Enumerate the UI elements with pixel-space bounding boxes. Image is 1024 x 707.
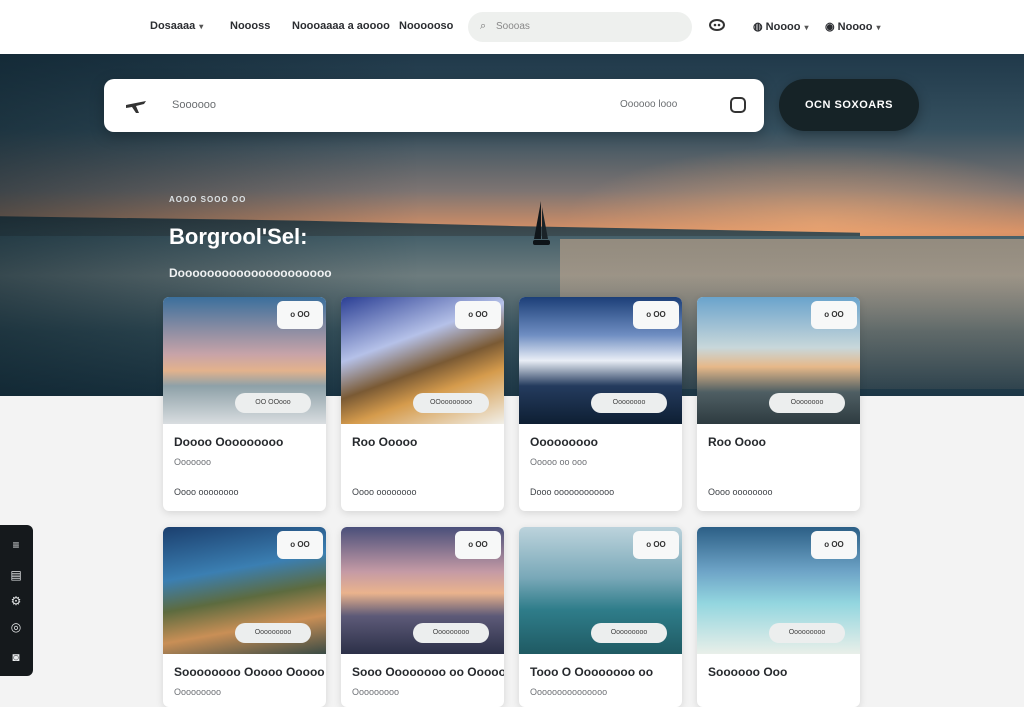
user-icon: ◉ (825, 21, 835, 33)
chat-icon-glyph (709, 19, 725, 31)
card-badge: o OO (633, 531, 679, 559)
hero-search-placeholder: Soooooo (172, 99, 217, 111)
nav-language-menu[interactable]: ◍ Noooo ▾ (753, 20, 809, 33)
plane-icon (126, 101, 146, 113)
card-badge: o OO (277, 531, 323, 559)
hero-search-filter[interactable]: Oooooo looo (620, 99, 677, 110)
chevron-down-icon: ▾ (804, 23, 809, 32)
destination-card[interactable]: o OO OO OOooo Doooo Ooooooooo Ooooooo Oo… (163, 297, 326, 511)
card-subtitle: Ooooooooo (352, 687, 400, 697)
card-pill[interactable]: OOoooooooo (413, 393, 489, 413)
calendar-icon[interactable] (730, 97, 746, 113)
nav-item-label: Noooaaaa a aoooo (292, 20, 390, 32)
card-pill[interactable]: Ooooooooo (591, 623, 667, 643)
sailboat-icon (533, 201, 550, 245)
card-pill[interactable]: Ooooooooo (235, 623, 311, 643)
nav-item-label: Dosaaaa (150, 20, 196, 32)
menu-icon[interactable]: ≡ (8, 537, 24, 553)
card-title: Soooooo Ooo (708, 665, 788, 679)
card-title: Sooo Oooooooo oo Ooooo (352, 665, 504, 679)
hero-subtitle: Dooooooooooooooooooooo (169, 266, 332, 280)
chat-icon[interactable]: ◙ (8, 649, 24, 665)
card-title: Doooo Ooooooooo (174, 435, 284, 449)
chat-icon[interactable] (706, 16, 728, 38)
card-badge: o OO (455, 531, 501, 559)
globe-icon: ◍ (753, 21, 763, 33)
chevron-down-icon: ▾ (199, 22, 204, 31)
card-title: Ooooooooo (530, 435, 598, 449)
card-badge: o OO (633, 301, 679, 329)
card-footer: Dooo oooooooooooo (530, 487, 615, 497)
nav-item-label: Noooss (230, 20, 271, 32)
card-title: Tooo O Oooooooo oo (530, 665, 654, 679)
card-subtitle: Ooooooooo (174, 687, 222, 697)
card-title: Roo Ooooo (352, 435, 418, 449)
card-pill[interactable]: Oooooooo (591, 393, 667, 413)
nav-item-4[interactable]: Noooooso (399, 20, 453, 32)
card-badge: o OO (455, 301, 501, 329)
card-pill[interactable]: OO OOooo (235, 393, 311, 413)
nav-search-placeholder: Soooas (496, 21, 530, 32)
hero-title: Borgrool'Sel: (169, 224, 308, 249)
card-subtitle: Ooooooooooooooo (530, 687, 608, 697)
settings-icon[interactable]: ⚙ (8, 593, 24, 609)
nav-search-input[interactable]: ⌕ Soooas (468, 12, 692, 42)
destination-card[interactable]: o OO Ooooooooo Sooo Oooooooo oo Ooooo Oo… (341, 527, 504, 707)
card-badge: o OO (277, 301, 323, 329)
destination-card[interactable]: o OO Ooooooooo Soooooo Ooo (697, 527, 860, 707)
help-icon[interactable]: ◎ (8, 619, 24, 635)
card-title: Soooooooo Ooooo Ooooo (174, 665, 325, 679)
card-footer: Oooo oooooooo (352, 487, 417, 497)
card-footer: Oooo oooooooo (708, 487, 773, 497)
card-subtitle: Ooooo oo ooo (530, 457, 588, 467)
nav-item-3[interactable]: Noooaaaa a aoooo (292, 20, 390, 32)
destination-card[interactable]: o OO Ooooooooo Soooooooo Ooooo Ooooo Ooo… (163, 527, 326, 707)
destination-card[interactable]: o OO OOoooooooo Roo Ooooo Oooo oooooooo (341, 297, 504, 511)
nav-item-label: Noooooso (399, 20, 454, 32)
nav-account-label: Noooo (837, 21, 873, 33)
nav-item-2[interactable]: Noooss (230, 20, 270, 32)
card-badge: o OO (811, 531, 857, 559)
nav-account-menu[interactable]: ◉ Noooo ▾ (825, 20, 881, 33)
hero-cta-button[interactable]: OCN SOXOARS (779, 79, 919, 131)
card-pill[interactable]: Ooooooooo (413, 623, 489, 643)
side-toolbar: ≡ ▤ ⚙ ◎ ◙ (0, 525, 33, 676)
card-title: Roo Oooo (708, 435, 766, 449)
hero-kicker: AOOO SOOO OO (169, 195, 247, 204)
card-footer: Oooo oooooooo (174, 487, 239, 497)
card-subtitle: Ooooooo (174, 457, 212, 467)
chevron-down-icon: ▾ (876, 23, 881, 32)
nav-language-label: Noooo (765, 21, 801, 33)
top-nav: Dosaaaa ▾ Noooss Noooaaaa a aoooo Nooooos… (0, 0, 1024, 54)
hero-search-bar[interactable]: Soooooo Oooooo looo (104, 79, 764, 132)
destination-card[interactable]: o OO Oooooooo Roo Oooo Oooo oooooooo (697, 297, 860, 511)
search-icon: ⌕ (480, 20, 487, 32)
card-pill[interactable]: Oooooooo (769, 393, 845, 413)
destination-card[interactable]: o OO Ooooooooo Tooo O Oooooooo oo Oooooo… (519, 527, 682, 707)
list-icon[interactable]: ▤ (8, 567, 24, 583)
destination-card[interactable]: o OO Oooooooo Ooooooooo Ooooo oo ooo Doo… (519, 297, 682, 511)
nav-item-destinations[interactable]: Dosaaaa ▾ (150, 20, 203, 32)
card-badge: o OO (811, 301, 857, 329)
card-pill[interactable]: Ooooooooo (769, 623, 845, 643)
